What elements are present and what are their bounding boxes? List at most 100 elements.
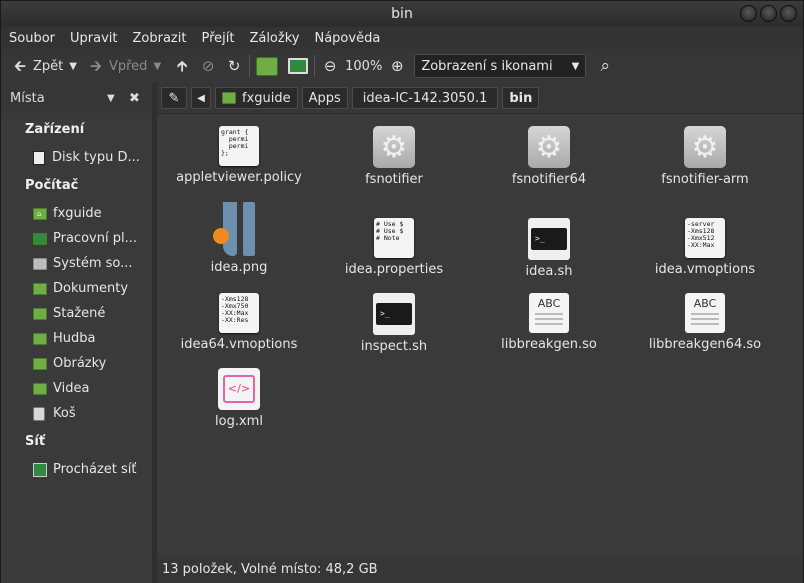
trash-icon [33,406,45,421]
drive-icon [33,150,45,165]
home-button[interactable] [256,52,279,80]
sidebar-item-music[interactable]: Hudba [33,331,96,346]
file-name: appletviewer.policy [176,170,302,185]
computer-button[interactable] [288,52,309,80]
path-scroll-left-button[interactable]: ◀ [191,87,211,109]
file-item[interactable]: # Use $ # Use $ # Note idea.properties [324,218,464,277]
menu-file[interactable]: Soubor [1,31,62,46]
sidebar-item-trash[interactable]: Koš [33,406,76,421]
sidebar-item-label: Dokumenty [53,281,129,296]
breadcrumb-label: idea-IC-142.3050.1 [362,90,488,106]
file-item[interactable]: </> log.xml [169,368,309,429]
file-item[interactable]: >_ idea.sh [479,218,619,279]
search-button[interactable]: ⌕ [596,52,614,80]
file-item[interactable]: -server -Xms128 -Xmx512 -XX:Max idea.vmo… [635,218,775,277]
search-icon: ⌕ [600,56,611,76]
file-name: idea.properties [344,262,444,277]
xml-file-icon: </> [218,368,260,410]
home-folder-icon [222,92,236,104]
file-name: libbreakgen64.so [648,337,762,352]
menu-go[interactable]: Přejít [193,31,241,46]
sidebar-item-documents[interactable]: Dokumenty [33,281,128,296]
home-folder-icon [256,56,279,76]
computer-icon [288,58,309,74]
edit-location-button[interactable]: ✎ [161,87,187,109]
file-name: fsnotifier [365,172,423,187]
file-name: fsnotifier-arm [661,172,749,187]
gear-icon: ⚙ [684,126,726,168]
sidebar-item-label: Videa [53,381,90,396]
music-folder-icon [33,332,47,345]
sidebar-item-downloads[interactable]: Stažené [33,306,105,321]
path-bar: ✎ ◀ fxguide Apps idea-IC-142.3050.1 bin [157,83,803,113]
toolbar-separator [314,55,316,77]
sidebar-section-computer: Počítač [25,178,79,193]
menu-edit[interactable]: Upravit [62,31,124,46]
text-file-icon: -server -Xms128 -Xmx512 -XX:Max [685,218,725,258]
file-preview: # Use $ # Use $ # Note [376,220,404,242]
toolbar: 🡰 Zpět ▼ 🡲 Vpřed ▼ 🡱 ⊘ ↻ ⊖ 100% ⊕ Zobraz… [1,49,803,83]
file-name: idea64.vmoptions [180,337,298,352]
gear-icon: ⚙ [528,126,570,168]
maximize-button[interactable] [760,5,777,22]
file-item[interactable]: -Xms128 -Xmx750 -XX:Max -XX:Res idea64.v… [169,293,309,352]
sidebar-item-fxguide[interactable]: ⌂ fxguide [33,206,102,221]
library-file-icon: ABC [529,293,569,333]
sidebar-dropdown-icon[interactable]: ▼ [107,93,115,104]
filesystem-icon [33,257,47,270]
file-item[interactable]: grant { permi permi }; appletviewer.poli… [169,126,309,185]
sidebar-item-filesystem[interactable]: Systém so... [33,256,133,271]
file-preview: -server -Xms128 -Xmx512 -XX:Max [687,220,715,249]
file-item[interactable]: ⚙ fsnotifier-arm [635,126,775,187]
arrow-right-icon: 🡲 [89,57,103,75]
zoom-level[interactable]: 100% [345,52,382,80]
back-label: Zpět [33,58,64,74]
reload-icon: ↻ [227,57,241,75]
stop-button[interactable]: ⊘ [199,52,217,80]
chevron-left-icon: ◀ [197,92,205,104]
file-item[interactable]: ABC libbreakgen.so [479,293,619,352]
zoom-out-button[interactable]: ⊖ [321,52,339,80]
breadcrumb-bin[interactable]: bin [502,87,540,109]
file-item[interactable]: >_ inspect.sh [324,293,464,354]
file-preview: >_ [376,303,412,325]
downloads-folder-icon [33,307,47,320]
menu-help[interactable]: Nápověda [306,31,387,46]
reload-button[interactable]: ↻ [225,52,243,80]
breadcrumb-fxguide[interactable]: fxguide [215,87,298,109]
forward-button[interactable]: 🡲 Vpřed ▼ [87,52,161,80]
sidebar-item-label: Pracovní pl... [53,231,137,246]
sidebar-item-browse-network[interactable]: Procházet síť [33,462,137,477]
close-button[interactable] [780,5,797,22]
sidebar-item-drive[interactable]: Disk typu D... [33,150,140,165]
file-item[interactable]: ⚙ fsnotifier [324,126,464,187]
file-preview: ABC [537,297,561,310]
back-button[interactable]: 🡰 Zpět ▼ [11,52,77,80]
zoom-in-icon: ⊕ [391,57,404,75]
file-item[interactable]: ⚙ fsnotifier64 [479,126,619,187]
file-item[interactable]: idea.png [169,202,309,275]
file-name: log.xml [215,414,263,429]
intellij-logo-icon [209,202,269,262]
file-item[interactable]: ABC libbreakgen64.so [635,293,775,352]
sidebar-item-label: Systém so... [53,256,133,271]
minimize-button[interactable] [740,5,757,22]
sidebar-item-desktop[interactable]: Pracovní pl... [33,231,137,246]
zoom-in-button[interactable]: ⊕ [388,52,406,80]
up-button[interactable]: 🡱 [173,52,191,80]
sidebar-item-pictures[interactable]: Obrázky [33,356,106,371]
breadcrumb-apps[interactable]: Apps [301,87,348,109]
back-dropdown-icon[interactable]: ▼ [69,61,77,72]
file-name: libbreakgen.so [501,337,597,352]
title-bar[interactable]: bin [1,1,803,27]
menu-view[interactable]: Zobrazit [124,31,193,46]
sidebar-item-videos[interactable]: Videa [33,381,89,396]
breadcrumb-label: fxguide [242,90,291,106]
sidebar-close-icon[interactable]: ✖ [129,91,140,106]
sidebar-item-label: Disk typu D... [52,150,140,165]
breadcrumb-idea[interactable]: idea-IC-142.3050.1 [351,87,499,109]
view-mode-select[interactable]: Zobrazení s ikonami ▼ [414,54,587,78]
menu-bookmarks[interactable]: Záložky [241,31,306,46]
forward-dropdown-icon[interactable]: ▼ [153,61,161,72]
breadcrumb-label: Apps [308,90,341,106]
